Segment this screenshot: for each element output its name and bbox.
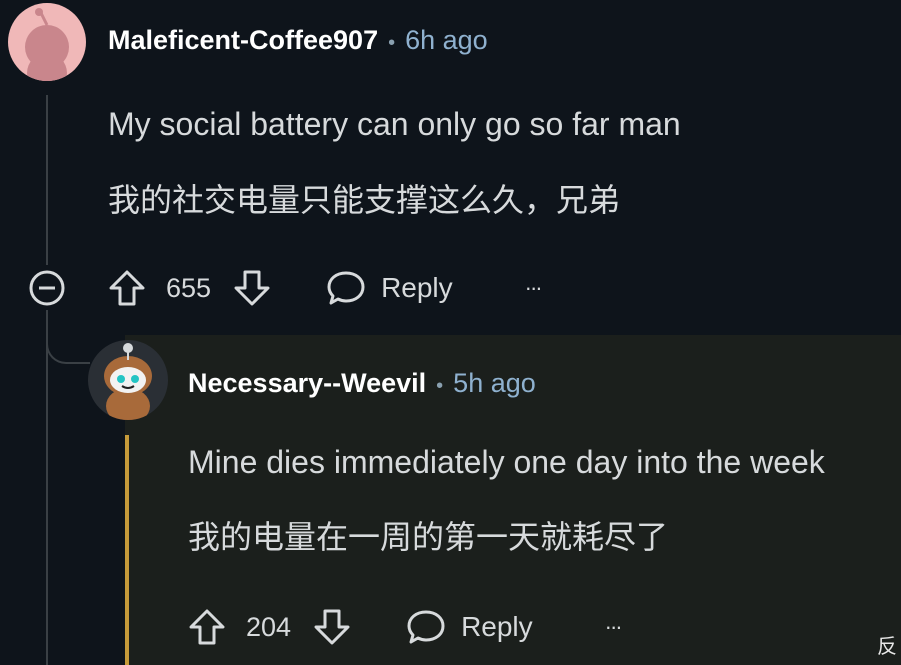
watermark: 反	[877, 636, 897, 658]
upvote-arrow-icon	[189, 609, 225, 645]
reply-button[interactable]: Reply	[325, 267, 453, 309]
more-options-icon[interactable]: ···	[605, 614, 623, 640]
downvote-arrow-icon	[234, 270, 270, 306]
downvote-button[interactable]	[231, 267, 273, 309]
reply-text-zh: 我的电量在一周的第一天就耗尽了	[188, 519, 669, 555]
thread-line[interactable]	[46, 95, 48, 265]
reply-header: Necessary--Weevil • 5h ago	[188, 368, 536, 399]
avatar[interactable]	[88, 340, 168, 420]
snoo-costume-avatar-icon	[104, 343, 152, 420]
comment-text-zh: 我的社交电量只能支撑这么久，兄弟	[108, 182, 621, 218]
comment-text-en: My social battery can only go so far man	[108, 106, 681, 142]
downvote-button[interactable]	[311, 606, 353, 648]
comment-bubble-icon	[407, 610, 445, 644]
comment-bubble-icon	[327, 271, 365, 305]
snoo-avatar-icon	[25, 8, 69, 81]
comment-header: Maleficent-Coffee907 • 6h ago	[108, 25, 488, 56]
separator-dot: •	[436, 375, 444, 397]
username[interactable]: Maleficent-Coffee907	[108, 25, 378, 56]
action-bar: 655 Reply ···	[106, 266, 543, 310]
vote-count: 204	[246, 611, 292, 642]
timestamp[interactable]: 5h ago	[453, 368, 536, 399]
thread-line-lower[interactable]	[46, 310, 48, 665]
reply-label: Reply	[381, 272, 453, 303]
upvote-arrow-icon	[109, 270, 145, 306]
downvote-arrow-icon	[314, 609, 350, 645]
avatar[interactable]	[8, 3, 86, 81]
reply-label: Reply	[461, 611, 533, 642]
thread-connector	[46, 320, 90, 364]
collapse-icon	[29, 270, 65, 306]
separator-dot: •	[388, 32, 396, 54]
reply-text-en: Mine dies immediately one day into the w…	[188, 444, 825, 480]
collapse-button[interactable]	[27, 268, 67, 308]
username[interactable]: Necessary--Weevil	[188, 368, 426, 399]
upvote-button[interactable]	[106, 267, 148, 309]
upvote-button[interactable]	[186, 606, 228, 648]
timestamp[interactable]: 6h ago	[405, 25, 488, 56]
reply-button[interactable]: Reply	[405, 606, 533, 648]
more-options-icon[interactable]: ···	[525, 275, 543, 301]
vote-count: 655	[166, 272, 212, 303]
reply-action-bar: 204 Reply ···	[186, 605, 623, 649]
new-comment-highlight-bar	[125, 435, 129, 665]
